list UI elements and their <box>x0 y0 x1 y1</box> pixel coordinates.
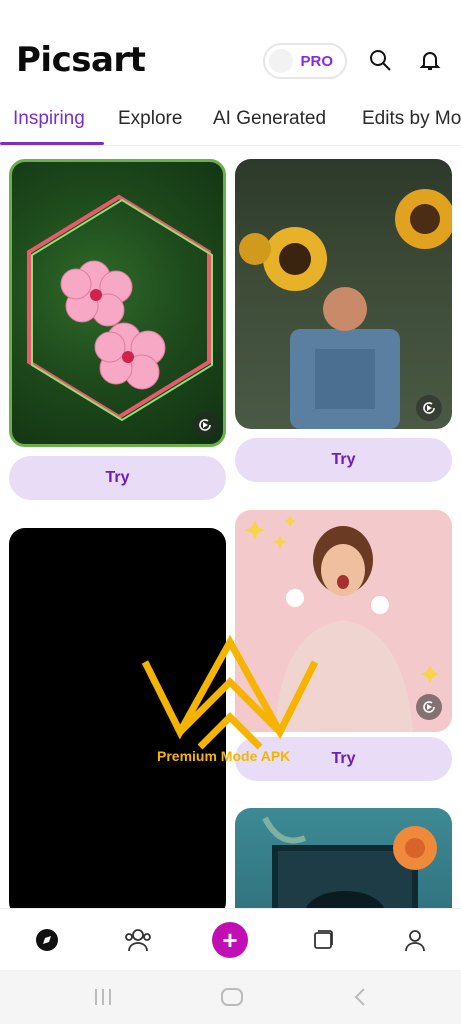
community-icon <box>125 929 151 952</box>
nav-projects[interactable] <box>309 926 337 954</box>
replay-icon <box>423 701 435 713</box>
home-button[interactable] <box>220 987 244 1012</box>
system-navigation-bar <box>0 970 461 1024</box>
flower-image <box>27 194 213 422</box>
tab-explore[interactable]: Explore <box>118 108 182 130</box>
discover-icon <box>36 929 58 951</box>
floral-frame-template-card[interactable] <box>235 808 452 908</box>
active-tab-indicator <box>0 142 104 145</box>
notifications-button[interactable] <box>416 46 444 74</box>
try-button[interactable]: Try <box>9 456 226 500</box>
nav-community[interactable] <box>124 926 152 954</box>
bottom-navigation: + <box>0 908 461 970</box>
play-badge <box>192 412 218 438</box>
nav-discover[interactable] <box>33 926 61 954</box>
template-feed[interactable]: Try Try Try Premium Mode APK <box>0 146 461 908</box>
back-icon <box>354 988 365 1006</box>
recent-apps-button[interactable] <box>92 987 114 1012</box>
create-button[interactable]: + <box>212 922 248 958</box>
pro-toggle-knob <box>269 49 293 73</box>
sunflower-template-card[interactable] <box>235 159 452 429</box>
plus-icon: + <box>222 925 238 955</box>
home-icon <box>221 988 243 1006</box>
replay-icon <box>423 402 435 414</box>
app-logo: Picsart <box>16 40 146 80</box>
tab-inspiring[interactable]: Inspiring <box>13 108 85 130</box>
pro-button[interactable]: PRO <box>263 43 347 79</box>
floral-frame-image <box>262 816 437 908</box>
back-button[interactable] <box>352 987 368 1012</box>
nav-profile[interactable] <box>401 926 429 954</box>
search-button[interactable] <box>366 46 394 74</box>
tab-edits-by-more[interactable]: Edits by Mo <box>362 108 461 130</box>
tab-ai-generated[interactable]: AI Generated <box>213 108 326 130</box>
category-tabs: Inspiring Explore AI Generated Edits by … <box>0 100 461 146</box>
projects-icon <box>314 930 333 949</box>
sunflower-image <box>239 189 452 429</box>
bell-icon <box>419 52 441 70</box>
app-header: Picsart PRO <box>0 0 461 100</box>
try-button[interactable]: Try <box>235 438 452 482</box>
flower-template-card[interactable] <box>9 159 226 447</box>
search-icon <box>370 50 391 71</box>
play-badge <box>416 694 442 720</box>
watermark-text: Premium Mode APK <box>157 748 291 764</box>
recent-apps-icon <box>95 989 111 1005</box>
play-badge <box>416 395 442 421</box>
profile-icon <box>405 930 425 952</box>
pro-label: PRO <box>300 52 333 70</box>
replay-icon <box>199 419 211 431</box>
